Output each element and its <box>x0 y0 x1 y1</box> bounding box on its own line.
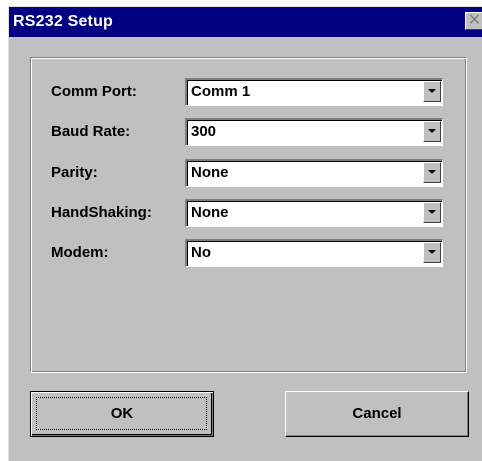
close-icon: ✕ <box>467 12 482 29</box>
handshaking-select[interactable]: None <box>185 199 443 227</box>
window-title: RS232 Setup <box>13 13 114 30</box>
parity-select[interactable]: None <box>185 159 443 187</box>
chevron-down-icon <box>428 210 436 214</box>
rs232-setup-dialog: RS232 Setup ✕ Comm Port: Comm 1 Baud Rat… <box>8 6 482 461</box>
handshaking-label: HandShaking: <box>51 204 152 221</box>
chevron-down-icon <box>428 250 436 254</box>
handshaking-value: None <box>191 204 229 221</box>
baud-rate-label: Baud Rate: <box>51 123 131 140</box>
comm-port-select[interactable]: Comm 1 <box>185 78 443 106</box>
baud-rate-dropdown-button[interactable] <box>423 121 441 142</box>
modem-dropdown-button[interactable] <box>423 242 441 263</box>
title-bar[interactable]: RS232 Setup ✕ <box>9 7 482 37</box>
baud-rate-value: 300 <box>191 123 217 140</box>
handshaking-dropdown-button[interactable] <box>423 202 441 223</box>
chevron-down-icon <box>428 129 436 133</box>
parity-dropdown-button[interactable] <box>423 162 441 183</box>
cancel-button[interactable]: Cancel <box>285 391 469 437</box>
comm-port-label: Comm Port: <box>51 83 137 100</box>
parity-label: Parity: <box>51 164 98 181</box>
cancel-button-label: Cancel <box>352 405 402 422</box>
baud-rate-select[interactable]: 300 <box>185 118 443 146</box>
modem-value: No <box>191 244 211 261</box>
modem-select[interactable]: No <box>185 239 443 267</box>
comm-port-dropdown-button[interactable] <box>423 81 441 102</box>
comm-port-value: Comm 1 <box>191 83 251 100</box>
close-button[interactable]: ✕ <box>465 12 482 30</box>
ok-button-label: OK <box>110 405 134 422</box>
parity-value: None <box>191 164 229 181</box>
modem-label: Modem: <box>51 244 109 261</box>
chevron-down-icon <box>428 89 436 93</box>
chevron-down-icon <box>428 170 436 174</box>
ok-button[interactable]: OK <box>30 391 214 437</box>
